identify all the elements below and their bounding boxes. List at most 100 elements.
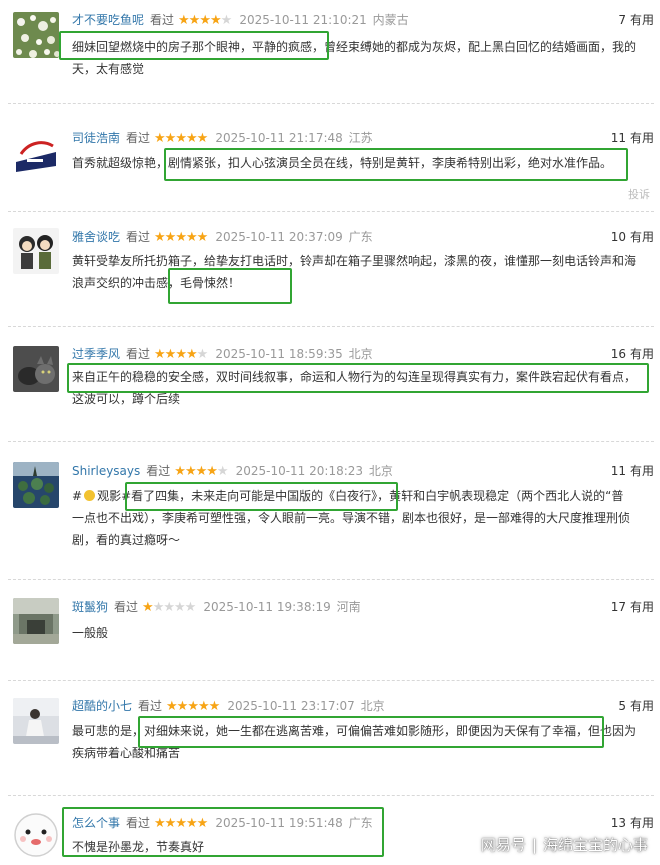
review-line: 天，太有感觉 xyxy=(72,62,145,76)
divider xyxy=(8,103,654,104)
avatar[interactable] xyxy=(13,228,59,274)
avatar[interactable] xyxy=(13,132,59,178)
divider xyxy=(8,326,654,327)
useful-label: 有用 xyxy=(629,699,654,713)
watermark-brand: 网易号 xyxy=(480,836,526,854)
watch-status: 看过 xyxy=(126,347,151,361)
review-text: 黄轩受挚友所托扔箱子，给挚友打电话时，铃声却在箱子里骤然响起，漆黑的夜，谁懂那一… xyxy=(72,250,656,294)
username-link[interactable]: 雅舍谈吃 xyxy=(72,230,120,244)
username-link[interactable]: 怎么个事 xyxy=(72,816,120,830)
review-line: 来自正午的稳稳的安全感，双时间线叙事，命运和人物行为的勾连呈现得真实有力，案件跌… xyxy=(72,370,637,384)
rating-stars: ★★★★★ xyxy=(166,699,220,714)
avatar-image xyxy=(13,346,59,392)
review-text: 首秀就超级惊艳，剧情紧张，扣人心弦演员全员在线，特别是黄轩，李庚希特别出彩，绝对… xyxy=(72,152,656,174)
useful-vote[interactable]: 7 有用 xyxy=(618,11,654,29)
useful-label: 有用 xyxy=(629,131,654,145)
review-time: 2025-10-11 19:38:19 xyxy=(203,600,331,614)
rating-stars: ★★★★★ xyxy=(154,347,208,362)
useful-vote[interactable]: 13 有用 xyxy=(611,814,654,832)
review-line: 剧，看的真过瘾呀～ xyxy=(72,533,181,547)
useful-vote[interactable]: 11 有用 xyxy=(611,129,654,147)
watch-status: 看过 xyxy=(146,464,171,478)
avatar[interactable] xyxy=(13,346,59,392)
divider xyxy=(8,680,654,681)
username-link[interactable]: Shirleysays xyxy=(72,464,140,478)
useful-label: 有用 xyxy=(629,13,654,27)
review-text: # 观影#看了四集，未来走向可能是中国版的《白夜行》，黄轩和白宇帆表现稳定（两个西… xyxy=(72,485,656,551)
review-time: 2025-10-11 19:51:48 xyxy=(215,816,343,830)
review-time: 2025-10-11 20:37:09 xyxy=(215,230,343,244)
review-location: 内蒙古 xyxy=(372,13,409,27)
review-location: 广东 xyxy=(348,230,373,244)
avatar-image xyxy=(13,462,59,508)
watch-status: 看过 xyxy=(126,816,151,830)
watch-status: 看过 xyxy=(150,13,175,27)
useful-label: 有用 xyxy=(629,464,654,478)
avatar[interactable] xyxy=(13,462,59,508)
watermark: 网易号 | 海绵宝宝的心事 xyxy=(481,833,648,857)
review-line: 一般般 xyxy=(72,626,109,640)
rating-stars: ★★★★★ xyxy=(174,464,228,479)
review-item: 过季季风 看过 ★★★★★ 2025-10-11 18:59:35 北京 16 有用 来… xyxy=(0,336,660,436)
watch-status: 看过 xyxy=(138,699,163,713)
review-time: 2025-10-11 21:10:21 xyxy=(239,13,367,27)
avatar[interactable] xyxy=(13,812,59,858)
avatar-image xyxy=(13,698,59,744)
review-time: 2025-10-11 23:17:07 xyxy=(227,699,355,713)
review-location: 北京 xyxy=(360,699,385,713)
review-line: 疾病带着心酸和痛苦 xyxy=(72,746,181,760)
avatar-image xyxy=(13,12,59,58)
avatar-image xyxy=(13,812,59,858)
divider xyxy=(8,795,654,796)
useful-vote[interactable]: 5 有用 xyxy=(618,697,654,715)
review-time: 2025-10-11 20:18:23 xyxy=(235,464,364,478)
avatar[interactable] xyxy=(13,598,59,644)
rating-stars: ★★★★★ xyxy=(154,816,208,831)
review-item: 才不要吃鱼呢 看过 ★★★★★ 2025-10-11 21:10:21 内蒙古 7 有用… xyxy=(0,0,660,100)
review-meta: 怎么个事 看过 ★★★★★ 2025-10-11 19:51:48 广东 xyxy=(72,814,373,832)
review-line: 最可悲的是，对细妹来说，她一生都在逃离苦难，可偏偏苦难如影随形，即便因为天保有了… xyxy=(72,724,637,738)
review-location: 江苏 xyxy=(348,131,373,145)
username-link[interactable]: 超酷的小七 xyxy=(72,699,132,713)
review-line-rest: 观影#看了四集，未来走向可能是中国版的《白夜行》，黄轩和白宇帆表现稳定（两个西北… xyxy=(97,489,624,503)
useful-vote[interactable]: 16 有用 xyxy=(611,345,654,363)
useful-vote[interactable]: 11 有用 xyxy=(611,462,654,480)
review-meta: 过季季风 看过 ★★★★★ 2025-10-11 18:59:35 北京 xyxy=(72,345,373,363)
review-item: Shirleysays 看过 ★★★★★ 2025-10-11 20:18:23 北京… xyxy=(0,452,660,572)
review-item: 超酷的小七 看过 ★★★★★ 2025-10-11 23:17:07 北京 5 有用 最… xyxy=(0,690,660,790)
rating-stars: ★★★★★ xyxy=(142,600,196,615)
avatar[interactable] xyxy=(13,698,59,744)
watermark-separator: | xyxy=(531,836,537,854)
username-link[interactable]: 斑鬣狗 xyxy=(72,600,108,614)
useful-vote[interactable]: 10 有用 xyxy=(611,228,654,246)
useful-count: 10 xyxy=(610,230,626,244)
report-link[interactable]: 投诉 xyxy=(628,186,650,202)
review-meta: 才不要吃鱼呢 看过 ★★★★★ 2025-10-11 21:10:21 内蒙古 xyxy=(72,11,409,29)
useful-label: 有用 xyxy=(629,816,654,830)
review-text: 来自正午的稳稳的安全感，双时间线叙事，命运和人物行为的勾连呈现得真实有力，案件跌… xyxy=(72,366,656,410)
avatar[interactable] xyxy=(13,12,59,58)
divider xyxy=(8,579,654,580)
username-link[interactable]: 过季季风 xyxy=(72,347,120,361)
review-location: 河南 xyxy=(336,600,361,614)
review-meta: Shirleysays 看过 ★★★★★ 2025-10-11 20:18:23 北京 xyxy=(72,462,393,480)
rating-stars: ★★★★★ xyxy=(154,230,208,245)
review-meta: 超酷的小七 看过 ★★★★★ 2025-10-11 23:17:07 北京 xyxy=(72,697,385,715)
useful-vote[interactable]: 17 有用 xyxy=(611,598,654,616)
useful-label: 有用 xyxy=(629,600,654,614)
rating-stars: ★★★★★ xyxy=(178,13,232,28)
useful-count: 7 xyxy=(618,13,626,27)
review-meta: 雅舍谈吃 看过 ★★★★★ 2025-10-11 20:37:09 广东 xyxy=(72,228,373,246)
review-line: 浪声交织的冲击感，毛骨悚然！ xyxy=(72,276,241,290)
username-link[interactable]: 才不要吃鱼呢 xyxy=(72,13,144,27)
review-line: 首秀就超级惊艳，剧情紧张，扣人心弦演员全员在线，特别是黄轩，李庚希特别出彩，绝对… xyxy=(72,156,613,170)
username-link[interactable]: 司徒浩南 xyxy=(72,131,120,145)
review-text: 最可悲的是，对细妹来说，她一生都在逃离苦难，可偏偏苦难如影随形，即便因为天保有了… xyxy=(72,720,656,764)
review-location: 北京 xyxy=(368,464,393,478)
useful-count: 13 xyxy=(610,816,626,830)
review-meta: 斑鬣狗 看过 ★★★★★ 2025-10-11 19:38:19 河南 xyxy=(72,598,361,616)
review-line: 这波可以，蹲个后续 xyxy=(72,392,181,406)
useful-count: 16 xyxy=(610,347,626,361)
review-location: 北京 xyxy=(348,347,373,361)
review-time: 2025-10-11 18:59:35 xyxy=(215,347,343,361)
